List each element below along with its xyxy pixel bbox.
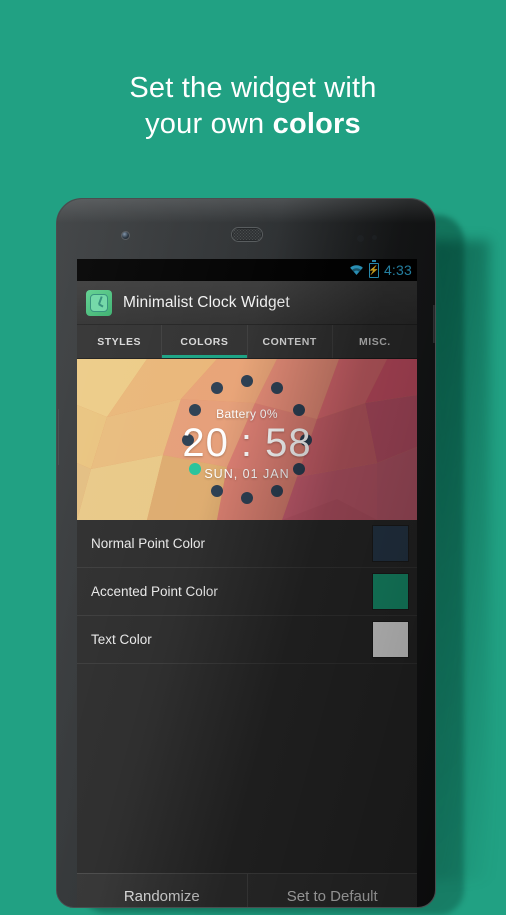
widget-date-text: SUN, 01 JAN — [204, 467, 290, 481]
clock-dot — [211, 485, 223, 497]
front-camera-icon — [121, 231, 130, 240]
light-sensor-icon — [372, 235, 377, 240]
clock-dot — [271, 382, 283, 394]
color-swatch-accented-point[interactable] — [372, 573, 409, 610]
clock-app-icon — [86, 289, 112, 316]
power-button[interactable] — [433, 305, 435, 343]
battery-charging-icon: ⚡ — [368, 260, 380, 278]
clock-dot — [271, 485, 283, 497]
tab-colors[interactable]: COLORS — [162, 325, 248, 358]
color-swatch-text[interactable] — [372, 621, 409, 658]
earpiece-speaker-icon — [231, 227, 263, 242]
setting-label: Normal Point Color — [91, 536, 206, 551]
phone-device-mockup: ⚡ 4:33 Minimalist Clock Widget STYLES CO… — [56, 198, 436, 908]
wifi-icon — [349, 264, 364, 276]
tab-bar: STYLES COLORS CONTENT MISC. — [77, 325, 417, 359]
setting-label: Accented Point Color — [91, 584, 218, 599]
promo-headline-line2-normal: your own — [145, 108, 273, 140]
set-to-default-button[interactable]: Set to Default — [248, 874, 418, 907]
phone-side-shadow — [430, 240, 490, 880]
phone-bezel-highlight — [57, 199, 435, 223]
setting-row-accented-point-color[interactable]: Accented Point Color — [77, 568, 417, 616]
status-bar-clock: 4:33 — [383, 262, 412, 278]
volume-button[interactable] — [57, 409, 59, 465]
clock-dot — [211, 382, 223, 394]
setting-row-normal-point-color[interactable]: Normal Point Color — [77, 520, 417, 568]
tab-content[interactable]: CONTENT — [248, 325, 333, 358]
widget-preview[interactable]: Battery 0% 20 : 58 SUN, 01 JAN — [77, 359, 417, 520]
setting-label: Text Color — [91, 632, 152, 647]
clock-widget-overlay: Battery 0% 20 : 58 SUN, 01 JAN — [77, 359, 417, 520]
color-settings-list: Normal Point Color Accented Point Color … — [77, 520, 417, 873]
tab-styles[interactable]: STYLES — [77, 325, 163, 358]
promo-headline-line2: your own colors — [0, 106, 506, 142]
status-bar: ⚡ 4:33 — [77, 259, 417, 281]
promo-headline-line1: Set the widget with — [129, 72, 377, 104]
color-swatch-normal-point[interactable] — [372, 525, 409, 562]
action-bar: Minimalist Clock Widget — [77, 281, 417, 325]
app-title: Minimalist Clock Widget — [123, 293, 290, 311]
setting-row-text-color[interactable]: Text Color — [77, 616, 417, 664]
clock-dot — [241, 492, 253, 504]
promo-headline: Set the widget with your own colors — [0, 70, 506, 142]
proximity-sensor-icon — [357, 235, 364, 242]
widget-battery-text: Battery 0% — [216, 407, 278, 421]
bottom-button-bar: Randomize Set to Default — [77, 873, 418, 907]
clock-dot — [241, 375, 253, 387]
widget-time-text: 20 : 58 — [182, 421, 312, 465]
promo-headline-line2-bold: colors — [272, 108, 361, 140]
tab-misc[interactable]: MISC. — [333, 325, 417, 358]
randomize-button[interactable]: Randomize — [77, 874, 248, 907]
phone-screen: ⚡ 4:33 Minimalist Clock Widget STYLES CO… — [77, 259, 418, 907]
